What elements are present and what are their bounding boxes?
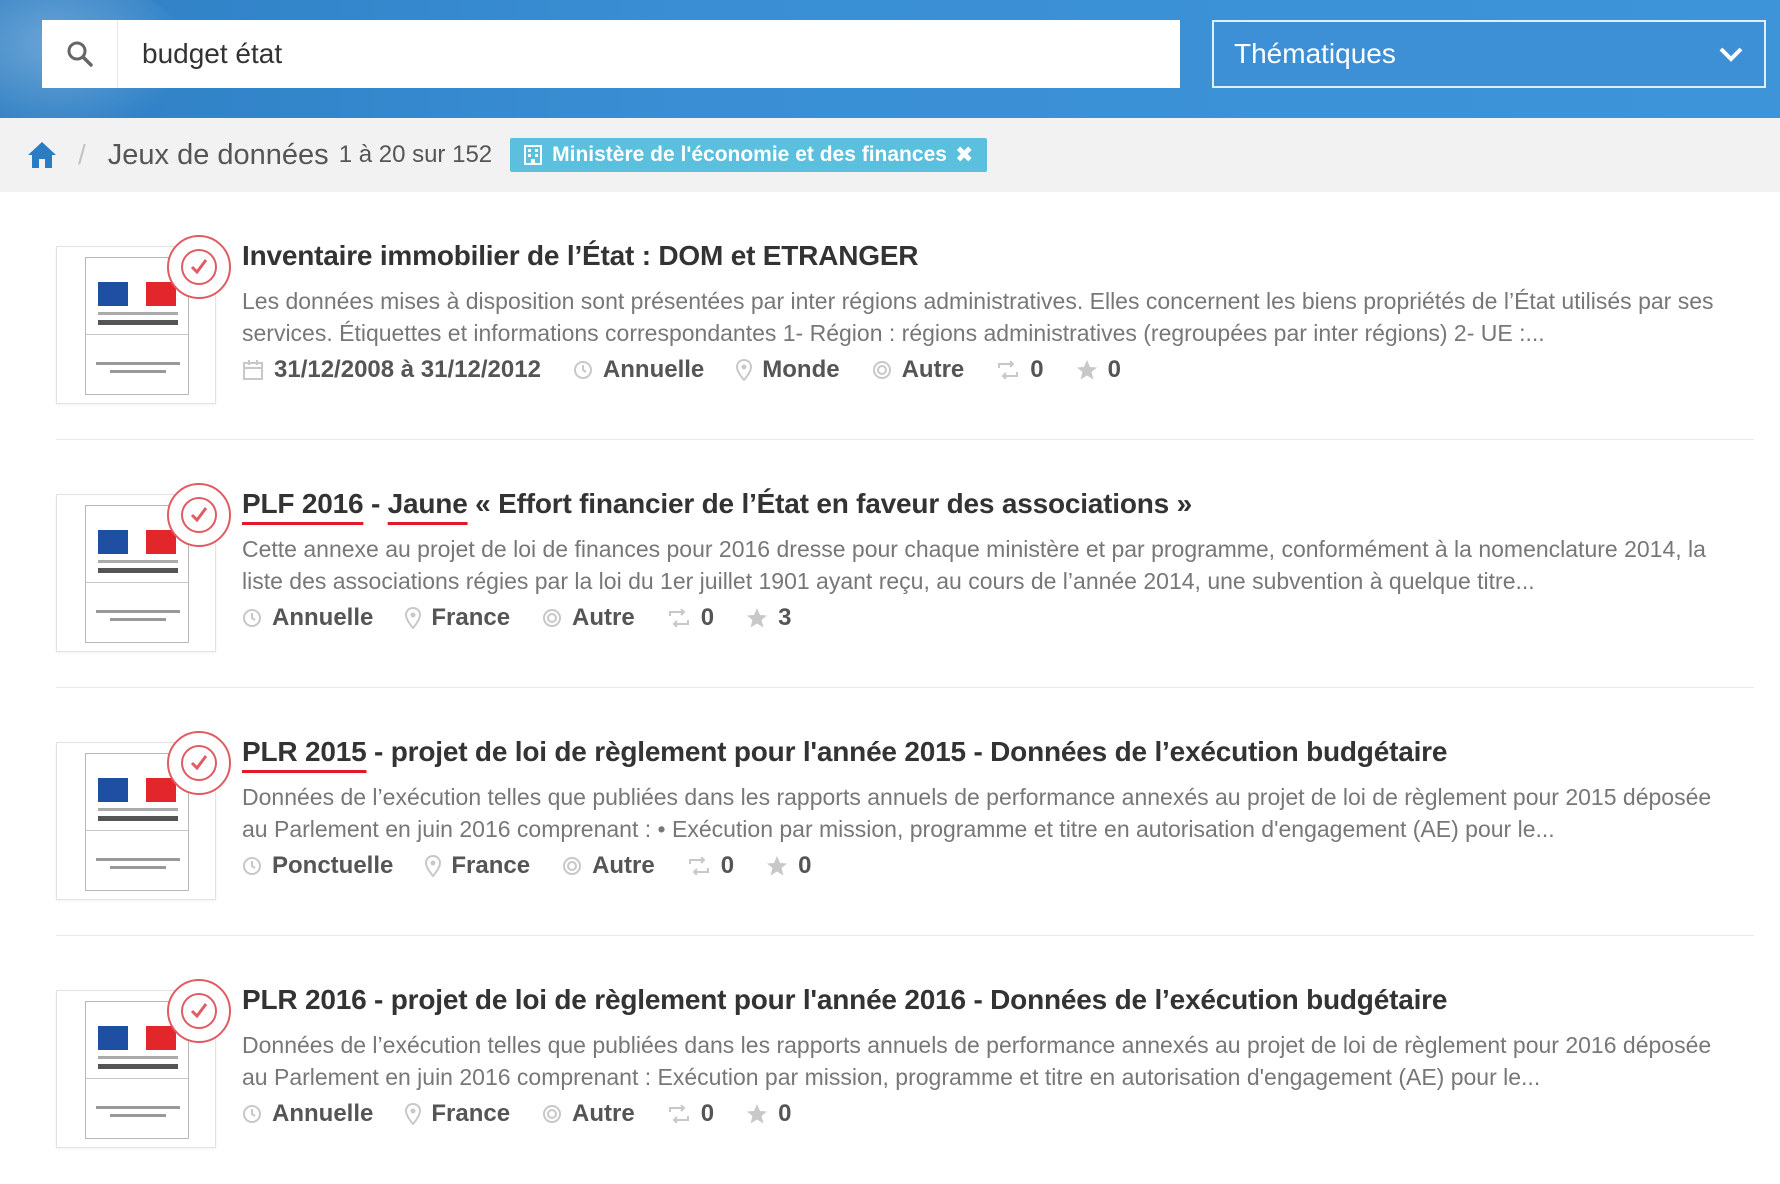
star-icon [767,856,788,876]
search-input[interactable] [118,21,1180,87]
producer-logo[interactable] [56,235,231,404]
calendar-icon [243,360,263,380]
frequency: Annuelle [242,1100,373,1128]
license: Autre [872,356,964,384]
result-meta: Ponctuelle France Autre 0 0 [242,852,843,880]
map-marker-icon [425,855,442,877]
retweet-icon [998,361,1019,379]
frequency: Annuelle [573,356,704,384]
reuses-count: 0 [667,1100,714,1128]
title-segment: « Effort financier de l’État en faveur d… [467,488,1193,519]
spatial-coverage: France [425,852,530,880]
frequency: Ponctuelle [242,852,393,880]
clock-icon [243,609,261,627]
result-description: Données de l’exécution telles que publié… [242,1032,1712,1090]
title-highlight: Jaune [387,488,468,519]
home-icon[interactable] [26,139,58,171]
result-title[interactable]: Inventaire immobilier de l’État : DOM et… [242,240,919,272]
result-meta: Annuelle France Autre 0 3 [242,604,823,632]
license: Autre [562,852,655,880]
result-title[interactable]: PLF 2016 - Jaune « Effort financier de l… [242,488,1192,520]
building-icon [524,145,543,165]
breadcrumb-separator: / [78,139,86,170]
filter-tag-label: Ministère de l'économie et des finances [552,143,947,166]
breadcrumb: / Jeux de données 1 à 20 sur 152 Ministè… [0,118,1780,192]
title-highlight: PLF 2016 [242,488,364,519]
target-icon [543,609,562,627]
title-segment: - [363,488,388,519]
spatial-coverage: France [405,604,510,632]
temporal-coverage: 31/12/2008 à 31/12/2012 [242,356,541,384]
certified-producer-badge-icon [167,235,231,299]
page-title[interactable]: Jeux de données [108,139,329,172]
spatial-coverage: Monde [736,356,840,384]
star-icon [747,608,768,628]
search-icon[interactable] [42,20,118,88]
target-icon [872,361,891,379]
reuses-count: 0 [687,852,734,880]
top-header: Thématiques [0,0,1780,118]
producer-logo[interactable] [56,979,231,1148]
thematiques-select[interactable]: Thématiques [1212,20,1766,88]
map-marker-icon [405,607,422,629]
result-description: Les données mises à disposition sont pré… [242,288,1714,346]
title-segment: - projet de loi de règlement pour l'anné… [366,736,1448,767]
certified-producer-badge-icon [167,731,231,795]
producer-logo[interactable] [56,483,231,652]
result-description: Cette annexe au projet de loi de finance… [242,536,1706,594]
stars-count: 0 [746,1100,791,1128]
thematiques-label: Thématiques [1234,38,1396,69]
license: Autre [542,1100,635,1128]
target-icon [563,857,582,875]
remove-filter-icon[interactable]: ✖ [955,142,973,168]
reuses-count: 0 [996,356,1044,384]
organization-filter-tag[interactable]: Ministère de l'économie et des finances … [510,138,988,172]
result-meta: Annuelle France Autre 0 0 [242,1100,823,1128]
flag-icon [98,1026,176,1050]
map-marker-icon [405,1103,422,1125]
license: Autre [542,604,635,632]
result-description: Données de l’exécution telles que publié… [242,784,1712,842]
certified-producer-badge-icon [167,483,231,547]
title-segment: Inventaire immobilier de l’État : DOM et… [242,240,919,271]
frequency: Annuelle [242,604,373,632]
retweet-icon [688,857,709,875]
clock-icon [243,1105,261,1123]
flag-icon [98,282,176,306]
results-list: Inventaire immobilier de l’État : DOM et… [56,192,1754,1184]
map-marker-icon [736,359,753,381]
list-item[interactable]: PLR 2015 - projet de loi de règlement po… [56,688,1754,936]
producer-logo[interactable] [56,731,231,900]
result-meta: 31/12/2008 à 31/12/2012 Annuelle Monde A… [242,356,1153,384]
reuses-count: 0 [667,604,714,632]
title-segment: PLR 2016 - projet de loi de règlement po… [242,984,1448,1015]
result-title[interactable]: PLR 2016 - projet de loi de règlement po… [242,984,1447,1016]
target-icon [543,1105,562,1123]
title-highlight: PLR 2015 [242,736,367,767]
list-item[interactable]: Inventaire immobilier de l’État : DOM et… [56,192,1754,440]
chevron-down-icon [1719,47,1743,62]
star-icon [747,1104,768,1124]
retweet-icon [668,1105,689,1123]
clock-icon [243,857,261,875]
flag-icon [98,778,176,802]
list-item[interactable]: PLF 2016 - Jaune « Effort financier de l… [56,440,1754,688]
result-title[interactable]: PLR 2015 - projet de loi de règlement po… [242,736,1447,768]
result-count: 1 à 20 sur 152 [338,141,493,168]
clock-icon [573,361,592,379]
star-icon [1076,360,1097,380]
list-item[interactable]: PLR 2016 - projet de loi de règlement po… [56,936,1754,1184]
search-box [42,20,1180,88]
stars-count: 3 [746,604,791,632]
certified-producer-badge-icon [167,979,231,1043]
stars-count: 0 [1076,356,1121,384]
spatial-coverage: France [405,1100,510,1128]
stars-count: 0 [766,852,811,880]
retweet-icon [668,609,689,627]
flag-icon [98,530,176,554]
